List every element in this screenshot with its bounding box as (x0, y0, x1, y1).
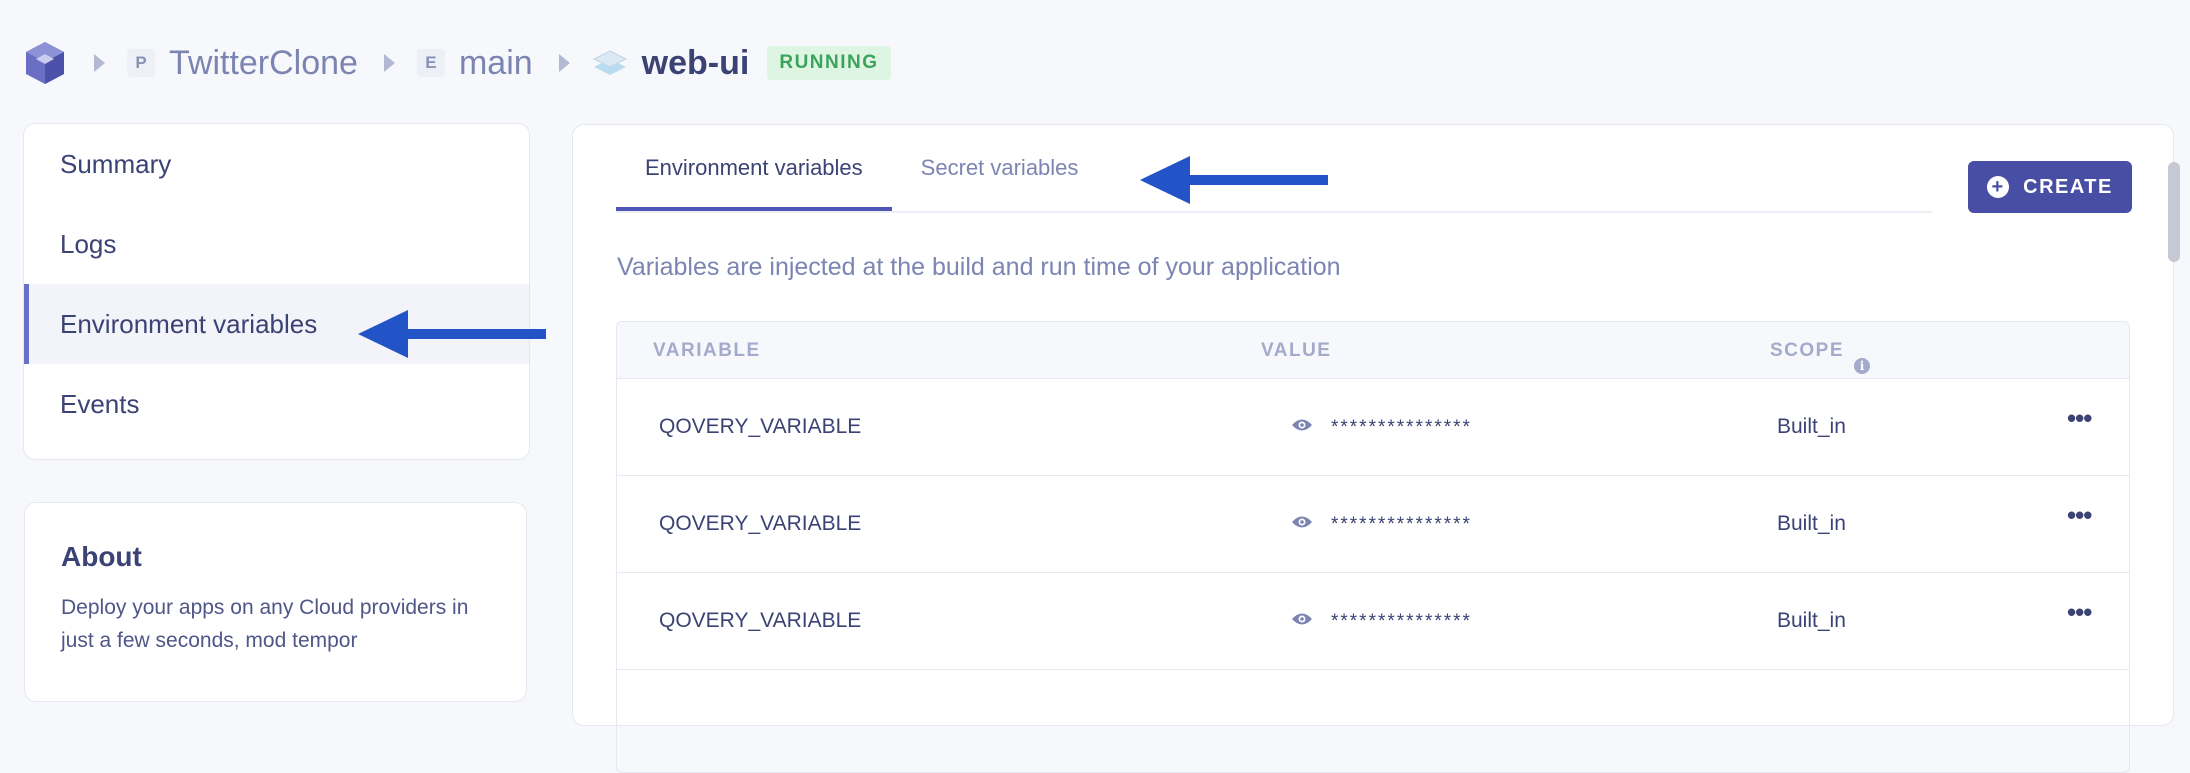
create-button[interactable]: + CREATE (1968, 161, 2132, 213)
table-header: VARIABLE VALUE SCOPE i (617, 322, 2129, 379)
masked-value: *************** (1331, 611, 1472, 632)
eye-icon[interactable] (1291, 611, 1313, 627)
breadcrumb-environment[interactable]: main (459, 44, 533, 83)
table-row[interactable]: QOVERY_VARIABLE *************** Built_in… (617, 573, 2129, 670)
variable-scope: Built_in (1777, 415, 1846, 438)
more-horizontal-icon[interactable]: ••• (2067, 599, 2092, 625)
main-panel: Environment variables Secret variables +… (572, 124, 2174, 773)
eye-icon[interactable] (1291, 514, 1313, 530)
page-description: Variables are injected at the build and … (617, 253, 1341, 281)
arrow-left-icon (1140, 156, 1328, 204)
environment-badge: E (416, 49, 445, 77)
project-badge: P (127, 49, 155, 77)
variables-table: VARIABLE VALUE SCOPE i QOVERY_VARIABLE **… (616, 321, 2130, 773)
masked-value: *************** (1331, 417, 1472, 438)
more-horizontal-icon[interactable]: ••• (2067, 405, 2092, 431)
create-button-label: CREATE (2023, 175, 2113, 198)
scrollbar-thumb[interactable] (2168, 162, 2180, 262)
eye-icon[interactable] (1291, 417, 1313, 433)
status-badge: RUNNING (767, 46, 891, 80)
chevron-right-icon (383, 54, 395, 72)
tab-secret-variables[interactable]: Secret variables (892, 125, 1108, 211)
breadcrumb: P TwitterClone E main web-ui RUNNING (24, 38, 891, 88)
variable-name: QOVERY_VARIABLE (659, 415, 862, 438)
qovery-logo-icon[interactable] (24, 40, 66, 86)
column-header-scope-label[interactable]: SCOPE (1770, 340, 1844, 361)
about-text: Deploy your apps on any Cloud providers … (61, 596, 469, 652)
variable-name: QOVERY_VARIABLE (659, 512, 862, 535)
sidebar: Summary Logs Environment variables Event… (23, 123, 530, 460)
variable-name: QOVERY_VARIABLE (659, 609, 862, 632)
column-header-scope: SCOPE i (1770, 340, 1871, 374)
breadcrumb-application[interactable]: web-ui (642, 44, 750, 83)
sidebar-item-summary[interactable]: Summary (24, 124, 529, 204)
table-row[interactable]: QOVERY_VARIABLE *************** Built_in… (617, 379, 2129, 476)
column-header-value[interactable]: VALUE (1261, 340, 1331, 362)
sidebar-item-logs[interactable]: Logs (24, 204, 529, 284)
masked-value: *************** (1331, 514, 1472, 535)
arrow-left-icon (358, 310, 546, 358)
plus-circle-icon: + (1987, 176, 2010, 198)
column-header-variable[interactable]: VARIABLE (653, 340, 761, 362)
layers-icon (592, 50, 627, 75)
variable-scope: Built_in (1777, 512, 1846, 535)
variable-scope: Built_in (1777, 609, 1846, 632)
more-horizontal-icon[interactable]: ••• (2067, 502, 2092, 528)
chevron-right-icon (94, 54, 105, 72)
sidebar-item-events[interactable]: Events (24, 364, 529, 444)
info-icon[interactable]: i (1854, 358, 1871, 374)
tab-environment-variables[interactable]: Environment variables (616, 125, 892, 211)
chevron-right-icon (558, 54, 570, 72)
breadcrumb-project[interactable]: TwitterClone (169, 44, 358, 83)
table-row[interactable]: QOVERY_VARIABLE *************** Built_in… (617, 476, 2129, 573)
about-title: About (61, 541, 142, 572)
about-card: About Deploy your apps on any Cloud prov… (24, 502, 527, 702)
